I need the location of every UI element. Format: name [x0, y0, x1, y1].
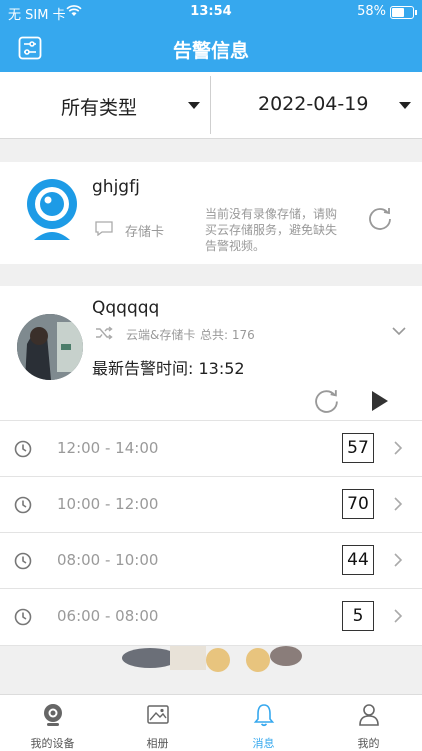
- filter-divider: [210, 76, 211, 134]
- storage-label: 云端&存储卡: [126, 328, 196, 342]
- battery-percent: 58%: [357, 4, 386, 19]
- alert-count-badge: 44: [342, 545, 374, 575]
- tab-label: 我的: [357, 737, 380, 750]
- tab-my-devices[interactable]: 我的设备: [0, 695, 105, 751]
- date-filter-dropdown[interactable]: 2022-04-19: [211, 72, 422, 138]
- tab-bar: 我的设备 相册 消息 我的: [0, 694, 422, 751]
- storage-notice: 当前没有录像存储，请购 买云存储服务，避免缺失 告警视频。: [205, 207, 338, 253]
- time-range: 10:00 - 12:00: [57, 495, 159, 513]
- chevron-down-icon[interactable]: [392, 326, 406, 336]
- storage-label: 存储卡: [125, 225, 165, 240]
- app-header: 告警信息: [0, 24, 422, 72]
- battery-icon: [390, 6, 417, 19]
- page-title: 告警信息: [172, 40, 249, 62]
- empty-state-illustration: [122, 646, 302, 672]
- album-icon: [147, 705, 169, 724]
- refresh-icon[interactable]: [367, 205, 393, 231]
- type-filter-dropdown[interactable]: 所有类型: [0, 72, 210, 138]
- chevron-right-icon: [394, 609, 403, 623]
- clock-icon: [14, 496, 32, 514]
- time-slot-row[interactable]: 10:00 - 12:00 70: [0, 476, 422, 533]
- time-slot-row[interactable]: 12:00 - 14:00 57: [0, 420, 422, 477]
- avatar[interactable]: [17, 314, 83, 380]
- alert-count-badge: 70: [342, 489, 374, 519]
- status-bar: 无 SIM 卡 13:54 58%: [0, 0, 422, 24]
- chevron-right-icon: [394, 553, 403, 567]
- camera-device-icon: [27, 179, 77, 240]
- time-slot-row[interactable]: 08:00 - 10:00 44: [0, 532, 422, 589]
- total-count: 总共: 176: [200, 328, 255, 342]
- chevron-right-icon: [394, 441, 403, 455]
- date-filter-value: 2022-04-19: [258, 93, 369, 115]
- clock-icon: [14, 440, 32, 458]
- device-name: Qqqqqq: [92, 298, 160, 318]
- time-slot-row[interactable]: 06:00 - 08:00 5: [0, 588, 422, 646]
- tab-label: 我的设备: [30, 737, 75, 750]
- device-name: ghjgfj: [92, 177, 140, 197]
- camera-icon: [44, 704, 62, 726]
- time-range: 08:00 - 10:00: [57, 551, 159, 569]
- message-icon: [95, 221, 113, 236]
- time-range: 06:00 - 08:00: [57, 607, 159, 625]
- alert-count-badge: 57: [342, 433, 374, 463]
- clock-icon: [14, 552, 32, 570]
- chevron-right-icon: [394, 497, 403, 511]
- tab-label: 相册: [146, 737, 169, 750]
- type-filter-value: 所有类型: [61, 97, 138, 119]
- latest-alert-time: 最新告警时间: 13:52: [92, 359, 245, 378]
- tab-messages[interactable]: 消息: [211, 695, 316, 751]
- alert-count-badge: 5: [342, 601, 374, 631]
- tab-label: 消息: [252, 737, 275, 750]
- shuffle-icon: [96, 326, 113, 340]
- clock-icon: [14, 608, 32, 626]
- play-icon[interactable]: [370, 390, 390, 412]
- tab-me[interactable]: 我的: [316, 695, 421, 751]
- chevron-down-icon: [188, 102, 200, 109]
- refresh-icon[interactable]: [313, 387, 340, 414]
- person-icon: [359, 704, 379, 726]
- chevron-down-icon: [399, 102, 411, 109]
- filter-bar: 所有类型 2022-04-19: [0, 72, 422, 139]
- tab-album[interactable]: 相册: [105, 695, 210, 751]
- time-range: 12:00 - 14:00: [57, 439, 159, 457]
- bell-icon: [253, 704, 275, 727]
